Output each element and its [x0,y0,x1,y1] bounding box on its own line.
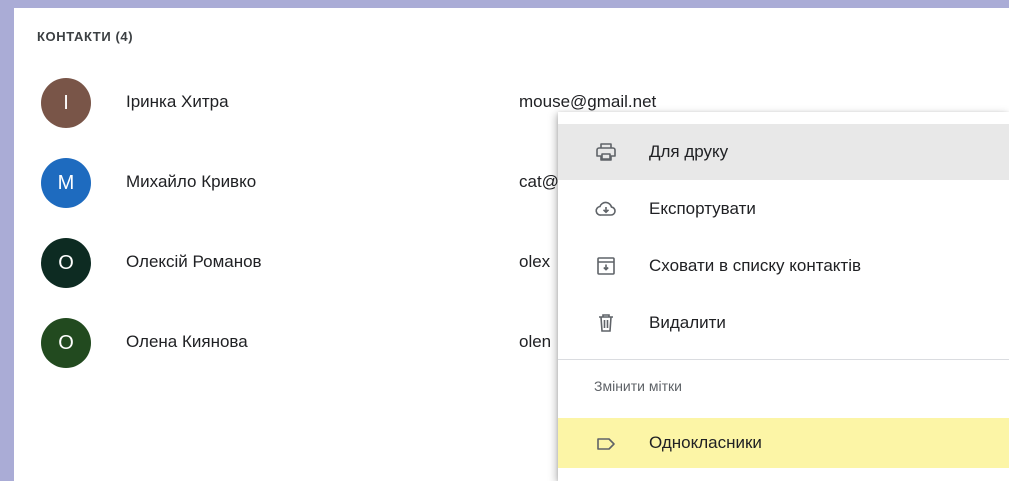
contact-name: Олена Киянова [126,332,248,351]
menu-item-print[interactable]: Для друку [558,124,1009,180]
trash-icon [599,314,613,332]
menu-item-label: Експортувати [649,199,756,218]
print-icon [596,143,616,161]
contact-email: cat@ [519,172,559,191]
contact-name: Олексій Романов [126,252,262,271]
label-item-classmates[interactable]: Однокласники [558,418,1009,468]
labels-heading: Змінити мітки [594,378,682,394]
menu-divider [558,359,1009,360]
contact-name: Іринка Хитра [126,92,229,111]
archive-icon [597,257,615,275]
label-icon [597,438,615,450]
avatar: І [41,78,91,128]
avatar: O [41,238,91,288]
contact-email: mouse@gmail.net [519,92,657,111]
cloud-download-icon [595,201,616,216]
contacts-section-title: КОНТАКТИ (4) [37,29,134,44]
contact-email: olen [519,332,552,351]
menu-item-label: Видалити [649,313,726,332]
contact-name: Михайло Кривко [126,172,257,191]
label-item-text: Однокласники [649,433,762,452]
menu-item-export[interactable]: Експортувати [558,181,1009,237]
avatar: O [41,318,91,368]
menu-item-label: Сховати в списку контактів [649,256,862,275]
contact-email: olex [519,252,551,271]
menu-item-delete[interactable]: Видалити [558,295,1009,351]
more-actions-menu: Для друку Експортувати Сховати в списку … [558,112,1009,481]
menu-item-hide[interactable]: Сховати в списку контактів [558,238,1009,294]
avatar: M [41,158,91,208]
menu-item-label: Для друку [649,142,729,161]
